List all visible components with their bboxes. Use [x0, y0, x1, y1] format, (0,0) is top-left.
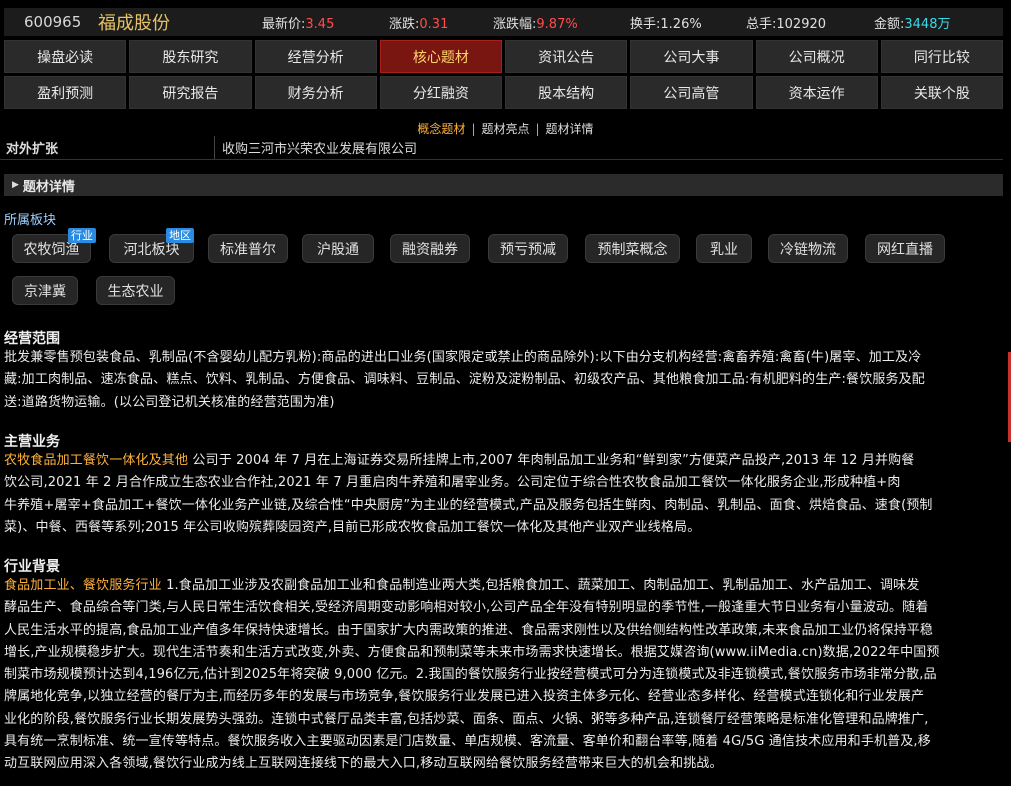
industry-background-title: 行业背景	[4, 559, 60, 575]
turnover-rate-value: 1.26%	[660, 16, 702, 32]
total-volume-value: 102920	[776, 16, 827, 32]
divider: |	[471, 122, 476, 136]
business-scope-line: 批发兼零售预包装食品、乳制品(不含婴幼儿配方乳粉):商品的进出口业务(国家限定或…	[4, 350, 922, 365]
trade-amount: 金额:3448万	[874, 13, 950, 32]
nav-tab-news[interactable]: 资讯公告	[505, 40, 628, 73]
tag-sp[interactable]: 标准普尔	[208, 234, 288, 263]
nav-tab-must-read[interactable]: 操盘必读	[4, 40, 127, 73]
industry-line: 食品加工业、餐饮服务行业 1.食品加工业涉及农副食品加工业和食品制造业两大类,包…	[4, 575, 1004, 597]
nav-tab-shareholders[interactable]: 股东研究	[129, 40, 252, 73]
main-business-line: 牛养殖+屠宰+食品加工+餐饮一体化业务产业链,及综合性“中央厨房”为主业的经营模…	[4, 497, 933, 513]
main-business-title: 主营业务	[4, 434, 60, 450]
expansion-value: 收购三河市兴荣农业发展有限公司	[222, 142, 418, 157]
tag-loss-warning[interactable]: 预亏预减	[488, 234, 568, 263]
nav-tab-peers[interactable]: 同行比较	[880, 40, 1003, 73]
tag-jingjinji[interactable]: 京津冀	[12, 276, 78, 305]
stock-code: 600965	[24, 13, 82, 31]
main-business-text: 农牧食品加工餐饮一体化及其他 公司于 2004 年 7 月在上海证券交易所挂牌上…	[4, 450, 1004, 539]
nav-row-1: 操盘必读 股东研究 经营分析 核心题材 资讯公告 公司大事 公司概况 同行比较	[4, 40, 1003, 73]
divider	[214, 136, 215, 159]
industry-background-text: 食品加工业、餐饮服务行业 1.食品加工业涉及农副食品加工业和食品制造业两大类,包…	[4, 575, 1004, 776]
industry-highlight: 食品加工业、餐饮服务行业	[4, 578, 162, 593]
nav-row-2: 盈利预测 研究报告 财务分析 分红融资 股本结构 公司高管 资本运作 关联个股	[4, 76, 1003, 109]
plates-label: 所属板块	[4, 213, 57, 228]
business-scope-text: 批发兼零售预包装食品、乳制品(不含婴幼儿配方乳粉):商品的进出口业务(国家限定或…	[4, 347, 1004, 414]
nav-tab-capital-ops[interactable]: 资本运作	[755, 76, 878, 109]
change-percent: 涨跌幅:9.87%	[493, 13, 578, 32]
nav-tab-operations[interactable]: 经营分析	[254, 40, 377, 73]
latest-price: 最新价:3.45	[262, 13, 334, 32]
nav-tab-dividends[interactable]: 分红融资	[379, 76, 502, 109]
tag-margin[interactable]: 融资融券	[390, 234, 470, 263]
nav-tab-events[interactable]: 公司大事	[630, 40, 753, 73]
subtab-highlights[interactable]: 题材亮点	[481, 122, 529, 136]
industry-line: 动互联网应用深入各领域,餐饮行业成为线上互联网连接线下的最大入口,移动互联网给餐…	[4, 756, 723, 772]
triangle-right-icon: ▶	[12, 180, 19, 190]
quote-bar: 600965 福成股份 最新价:3.45 涨跌:0.31 涨跌幅:9.87% 换…	[4, 8, 1003, 36]
divider: |	[535, 122, 540, 136]
section-header[interactable]: ▶ 题材详情	[4, 174, 1003, 196]
industry-line: 人民生活水平的提高,食品加工业产值多年保持快速增长。由于国家扩大内需政策的推进、…	[4, 622, 934, 638]
industry-line: 制菜市场规模预计达到4,196亿元,估计到2025年将突破 9,000 亿元。2…	[4, 667, 937, 683]
total-volume: 总手:102920	[746, 13, 826, 32]
industry-line: 牌属地化竞争,以独立经营的餐厅为主,而经历多年的发展与市场竞争,餐饮服务行业发展…	[4, 689, 925, 705]
nav-tab-executives[interactable]: 公司高管	[630, 76, 753, 109]
tag-livestream[interactable]: 网红直播	[865, 234, 945, 263]
industry-line-text: 1.食品加工业涉及农副食品加工业和食品制造业两大类,包括粮食加工、蔬菜加工、肉制…	[161, 578, 920, 593]
price-change: 涨跌:0.31	[389, 13, 448, 32]
total-volume-label: 总手:	[746, 16, 777, 32]
turnover-rate: 换手:1.26%	[630, 13, 702, 32]
change-percent-label: 涨跌幅:	[493, 16, 537, 32]
industry-line: 酵品生产、食品综合等门类,与人民日常生活饮食相关,受经济周期变动影响相对较小,公…	[4, 600, 929, 616]
tag-eco-agriculture[interactable]: 生态农业	[96, 276, 175, 305]
nav-tab-share-structure[interactable]: 股本结构	[505, 76, 628, 109]
business-scope-line: 送:道路货物运输。(以公司登记机关核准的经营范围为准)	[4, 394, 335, 410]
subtab-concept[interactable]: 概念题材	[417, 122, 465, 136]
price-change-label: 涨跌:	[389, 16, 420, 32]
industry-line: 增长,产业规模稳步扩大。现代生活节奏和生活方式改变,外卖、方便食品和预制菜等未来…	[4, 644, 940, 660]
nav-tab-financials[interactable]: 财务分析	[254, 76, 377, 109]
latest-price-value: 3.45	[305, 16, 335, 32]
business-scope-title: 经营范围	[4, 331, 60, 347]
main-business-line: 农牧食品加工餐饮一体化及其他 公司于 2004 年 7 月在上海证券交易所挂牌上…	[4, 450, 1004, 472]
nav-tab-forecast[interactable]: 盈利预测	[4, 76, 127, 109]
main-nav: 操盘必读 股东研究 经营分析 核心题材 资讯公告 公司大事 公司概况 同行比较 …	[4, 40, 1003, 112]
tag-hk-connect[interactable]: 沪股通	[302, 234, 374, 263]
expansion-row: 对外扩张 收购三河市兴荣农业发展有限公司	[0, 136, 1003, 160]
subtab-details[interactable]: 题材详情	[546, 122, 594, 136]
nav-tab-profile[interactable]: 公司概况	[755, 40, 878, 73]
tag-cold-chain[interactable]: 冷链物流	[768, 234, 848, 263]
main-business-line: 菜)、中餐、西餐等系列;2015 年公司收购殡葬陵园资产,目前已形成农牧食品加工…	[4, 519, 701, 535]
industry-line: 具有统一烹制标准、统一宣传等特点。餐饮服务收入主要驱动因素是门店数量、单店规模、…	[4, 734, 931, 750]
turnover-rate-label: 换手:	[630, 16, 661, 32]
nav-tab-related-stocks[interactable]: 关联个股	[880, 76, 1003, 109]
business-scope-line: 藏:加工肉制品、速冻食品、糕点、饮料、乳制品、方便食品、调味料、豆制品、淀粉及淀…	[4, 372, 925, 388]
main-business-highlight: 农牧食品加工餐饮一体化及其他	[4, 453, 189, 468]
section-title: 题材详情	[22, 179, 75, 195]
trade-amount-label: 金额:	[874, 16, 905, 32]
stock-name: 福成股份	[98, 13, 170, 34]
change-percent-value: 9.87%	[536, 16, 578, 32]
sub-tabs: 概念题材 | 题材亮点 | 题材详情	[0, 120, 1011, 137]
latest-price-label: 最新价:	[262, 16, 306, 32]
nav-tab-core-themes[interactable]: 核心题材	[379, 40, 502, 73]
tag-prepared-food[interactable]: 预制菜概念	[585, 234, 680, 263]
expansion-label: 对外扩张	[6, 142, 59, 157]
main-business-line-text: 公司于 2004 年 7 月在上海证券交易所挂牌上市,2007 年肉制品加工业务…	[188, 453, 915, 468]
nav-tab-research[interactable]: 研究报告	[129, 76, 252, 109]
industry-line: 业化的阶段,餐饮服务行业长期发展势头强劲。连锁中式餐厅品类丰富,包括炒菜、面条、…	[4, 711, 929, 727]
industry-badge: 行业	[68, 228, 96, 243]
region-badge: 地区	[166, 228, 194, 243]
price-change-value: 0.31	[419, 16, 449, 32]
tag-dairy[interactable]: 乳业	[696, 234, 752, 263]
main-business-line: 饮公司,2021 年 2 月合作成立生态农业合作社,2021 年 7 月重启肉牛…	[4, 475, 901, 491]
trade-amount-value: 3448万	[904, 16, 951, 32]
